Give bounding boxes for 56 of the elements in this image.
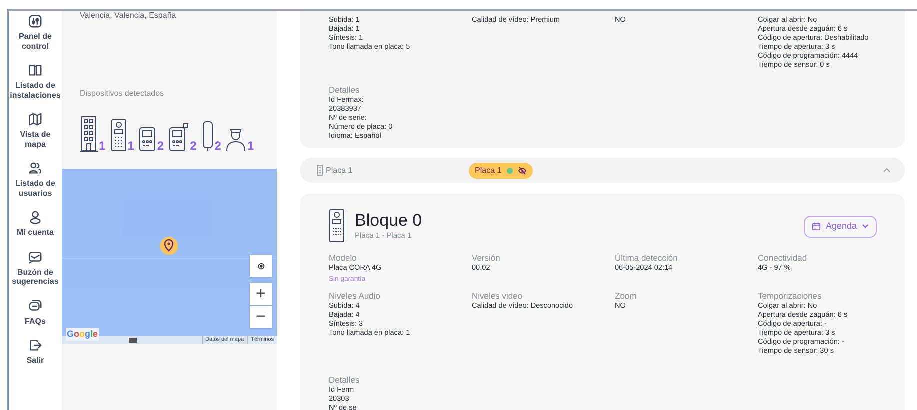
handset-icon: [202, 121, 214, 152]
eye-slash-icon: [518, 166, 527, 174]
building-icon: [80, 116, 98, 152]
sidebar-item[interactable]: Salir: [9, 338, 62, 366]
device-count: 1: [247, 140, 254, 152]
map-logo: Google: [66, 328, 100, 341]
intercom-monitor-icon: [169, 123, 190, 152]
accordion-title: Placa 1: [326, 164, 354, 176]
field-label: Detalles: [329, 85, 361, 95]
book-icon: [28, 63, 43, 78]
sidebar-item[interactable]: Panel de control: [9, 14, 62, 51]
field-label: Conectividad: [758, 253, 808, 263]
agenda-button[interactable]: Agenda: [804, 216, 877, 238]
intercom-monitor-icon: [139, 127, 156, 152]
address-text: Valencia, Valencia, España: [80, 11, 178, 21]
chat-icon: [28, 298, 43, 314]
locate-icon: [256, 262, 266, 270]
sidebar-item[interactable]: Vista de mapa: [9, 112, 62, 149]
user-icon: [28, 210, 43, 225]
sidebar-item[interactable]: FAQs: [9, 298, 62, 326]
caret-icon: [862, 224, 869, 230]
card-title: Bloque 0: [355, 211, 422, 230]
field-label: Modelo: [329, 253, 358, 263]
device-count: 1: [128, 140, 134, 152]
keyboard-icon: [129, 338, 137, 342]
message-icon: [28, 250, 43, 264]
door-panel-icon: [329, 209, 345, 243]
badge-label: Placa 1: [475, 164, 502, 176]
sidebar-item[interactable]: Mi cuenta: [9, 210, 62, 238]
calendar-icon: [812, 222, 821, 232]
map-icon: [28, 112, 43, 127]
device-count: 1: [99, 140, 106, 152]
door-panel-icon: [317, 165, 323, 176]
sidebar-item[interactable]: Buzón de sugerencias: [9, 250, 62, 286]
field-label: Detalles: [329, 375, 361, 386]
device-count: 2: [214, 140, 222, 152]
accordion-header[interactable]: Placa 1 Placa 1: [300, 158, 905, 183]
sidebar-item[interactable]: Listado de usuarios: [9, 161, 62, 198]
field-label: Temporizaciones: [758, 291, 823, 302]
panel-icon: [28, 14, 43, 29]
sidebar-item[interactable]: Listado de instalaciones: [9, 63, 62, 100]
field-label: Versión: [472, 253, 502, 263]
zoom-out-button[interactable]: −: [250, 306, 272, 328]
logout-icon: [28, 338, 43, 353]
field-label: Última detección: [615, 253, 679, 263]
field-label: Niveles video: [472, 291, 524, 302]
device-count: 2: [157, 140, 164, 152]
users-icon: [28, 161, 43, 176]
door-panel-icon: [110, 119, 127, 152]
locate-button[interactable]: [250, 255, 272, 277]
map-marker-icon: [160, 237, 178, 255]
field-label: Niveles Audio: [329, 291, 382, 302]
section-heading: Dispositivos detectados: [80, 88, 166, 100]
zoom-in-button[interactable]: +: [250, 283, 272, 305]
field-label: Zoom: [615, 291, 638, 302]
device-count: 2: [190, 140, 197, 152]
